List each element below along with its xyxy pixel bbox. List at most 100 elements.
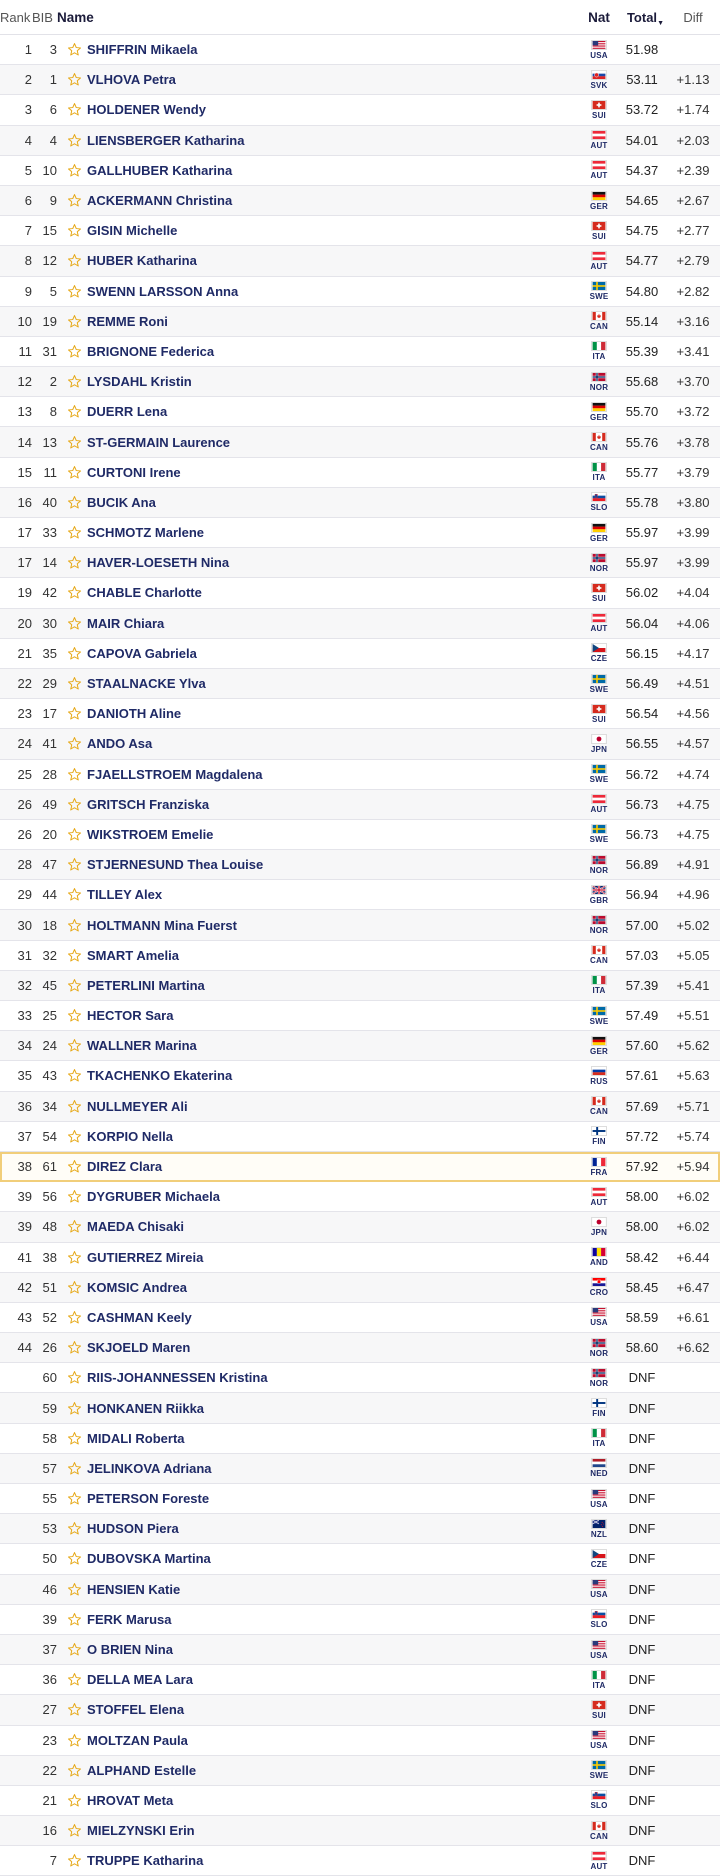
table-row[interactable]: 22 29 STAALNACKE Ylva SWE 56.49 +4.51	[0, 668, 720, 700]
table-row[interactable]: 39 FERK Marusa SLO DNF	[0, 1605, 720, 1635]
favorite-star-icon[interactable]	[59, 948, 87, 963]
athlete-name-link[interactable]: DYGRUBER Michaela	[87, 1189, 580, 1204]
athlete-name-link[interactable]: GRITSCH Franziska	[87, 797, 580, 812]
athlete-name-link[interactable]: O BRIEN Nina	[87, 1642, 580, 1657]
athlete-name-link[interactable]: TKACHENKO Ekaterina	[87, 1068, 580, 1083]
table-row[interactable]: 39 56 DYGRUBER Michaela AUT 58.00 +6.02	[0, 1182, 720, 1213]
favorite-star-icon[interactable]	[59, 223, 87, 238]
table-row[interactable]: 37 O BRIEN Nina USA DNF	[0, 1634, 720, 1666]
favorite-star-icon[interactable]	[59, 1461, 87, 1476]
header-total[interactable]: Total ▼	[618, 10, 666, 27]
favorite-star-icon[interactable]	[59, 1491, 87, 1506]
favorite-star-icon[interactable]	[59, 1521, 87, 1536]
table-row[interactable]: 36 34 NULLMEYER Ali CAN 57.69 +5.71	[0, 1091, 720, 1122]
table-row[interactable]: 58 MIDALI Roberta ITA DNF	[0, 1424, 720, 1454]
favorite-star-icon[interactable]	[59, 284, 87, 299]
favorite-star-icon[interactable]	[59, 525, 87, 540]
athlete-name-link[interactable]: HROVAT Meta	[87, 1793, 580, 1808]
favorite-star-icon[interactable]	[59, 1431, 87, 1446]
athlete-name-link[interactable]: GALLHUBER Katharina	[87, 163, 580, 178]
favorite-star-icon[interactable]	[59, 585, 87, 600]
table-row[interactable]: 8 12 HUBER Katharina AUT 54.77 +2.79	[0, 246, 720, 277]
table-row[interactable]: 28 47 STJERNESUND Thea Louise NOR 56.89 +4.91	[0, 850, 720, 881]
athlete-name-link[interactable]: CHABLE Charlotte	[87, 585, 580, 600]
table-row[interactable]: 13 8 DUERR Lena GER 55.70 +3.72	[0, 397, 720, 428]
favorite-star-icon[interactable]	[59, 1310, 87, 1325]
favorite-star-icon[interactable]	[59, 102, 87, 117]
athlete-name-link[interactable]: REMME Roni	[87, 314, 580, 329]
athlete-name-link[interactable]: RIIS-JOHANNESSEN Kristina	[87, 1370, 580, 1385]
favorite-star-icon[interactable]	[59, 72, 87, 87]
favorite-star-icon[interactable]	[59, 646, 87, 661]
athlete-name-link[interactable]: STOFFEL Elena	[87, 1702, 580, 1717]
table-row[interactable]: 37 54 KORPIO Nella FIN 57.72 +5.74	[0, 1122, 720, 1152]
favorite-star-icon[interactable]	[59, 1763, 87, 1778]
athlete-name-link[interactable]: SCHMOTZ Marlene	[87, 525, 580, 540]
table-row[interactable]: 55 PETERSON Foreste USA DNF	[0, 1484, 720, 1515]
athlete-name-link[interactable]: NULLMEYER Ali	[87, 1099, 580, 1114]
favorite-star-icon[interactable]	[59, 1340, 87, 1355]
favorite-star-icon[interactable]	[59, 827, 87, 842]
athlete-name-link[interactable]: LYSDAHL Kristin	[87, 374, 580, 389]
athlete-name-link[interactable]: VLHOVA Petra	[87, 72, 580, 87]
favorite-star-icon[interactable]	[59, 344, 87, 359]
athlete-name-link[interactable]: DUBOVSKA Martina	[87, 1551, 580, 1566]
athlete-name-link[interactable]: SHIFFRIN Mikaela	[87, 42, 580, 57]
table-row[interactable]: 34 24 WALLNER Marina GER 57.60 +5.62	[0, 1031, 720, 1062]
favorite-star-icon[interactable]	[59, 1189, 87, 1204]
table-row[interactable]: 19 42 CHABLE Charlotte SUI 56.02 +4.04	[0, 578, 720, 609]
athlete-name-link[interactable]: SKJOELD Maren	[87, 1340, 580, 1355]
athlete-name-link[interactable]: STAALNACKE Ylva	[87, 676, 580, 691]
favorite-star-icon[interactable]	[59, 1582, 87, 1597]
favorite-star-icon[interactable]	[59, 1129, 87, 1144]
favorite-star-icon[interactable]	[59, 676, 87, 691]
athlete-name-link[interactable]: CASHMAN Keely	[87, 1310, 580, 1325]
athlete-name-link[interactable]: HENSIEN Katie	[87, 1582, 580, 1597]
table-row[interactable]: 2 1 VLHOVA Petra SVK 53.11 +1.13	[0, 65, 720, 96]
table-row[interactable]: 29 44 TILLEY Alex GBR 56.94 +4.96	[0, 880, 720, 911]
favorite-star-icon[interactable]	[59, 1733, 87, 1748]
table-row[interactable]: 35 43 TKACHENKO Ekaterina RUS 57.61 +5.63	[0, 1061, 720, 1092]
table-row[interactable]: 57 JELINKOVA Adriana NED DNF	[0, 1453, 720, 1484]
table-row[interactable]: 10 19 REMME Roni CAN 55.14 +3.16	[0, 306, 720, 337]
favorite-star-icon[interactable]	[59, 314, 87, 329]
favorite-star-icon[interactable]	[59, 918, 87, 933]
favorite-star-icon[interactable]	[59, 495, 87, 510]
athlete-name-link[interactable]: FJAELLSTROEM Magdalena	[87, 767, 580, 782]
table-row[interactable]: 39 48 MAEDA Chisaki JPN 58.00 +6.02	[0, 1212, 720, 1243]
favorite-star-icon[interactable]	[59, 1551, 87, 1566]
favorite-star-icon[interactable]	[59, 1823, 87, 1838]
favorite-star-icon[interactable]	[59, 857, 87, 872]
favorite-star-icon[interactable]	[59, 797, 87, 812]
athlete-name-link[interactable]: CURTONI Irene	[87, 465, 580, 480]
favorite-star-icon[interactable]	[59, 1370, 87, 1385]
athlete-name-link[interactable]: PETERLINI Martina	[87, 978, 580, 993]
athlete-name-link[interactable]: HUBER Katharina	[87, 253, 580, 268]
table-row[interactable]: 24 41 ANDO Asa JPN 56.55 +4.57	[0, 729, 720, 760]
table-row[interactable]: 46 HENSIEN Katie USA DNF	[0, 1574, 720, 1605]
athlete-name-link[interactable]: ACKERMANN Christina	[87, 193, 580, 208]
table-row[interactable]: 3 6 HOLDENER Wendy SUI 53.72 +1.74	[0, 95, 720, 126]
table-row[interactable]: 17 14 HAVER-LOESETH Nina NOR 55.97 +3.99	[0, 548, 720, 579]
athlete-name-link[interactable]: HOLDENER Wendy	[87, 102, 580, 117]
header-rank[interactable]: Rank	[0, 10, 30, 25]
athlete-name-link[interactable]: CAPOVA Gabriela	[87, 646, 580, 661]
favorite-star-icon[interactable]	[59, 193, 87, 208]
athlete-name-link[interactable]: TRUPPE Katharina	[87, 1853, 580, 1868]
table-row[interactable]: 33 25 HECTOR Sara SWE 57.49 +5.51	[0, 1001, 720, 1032]
table-row[interactable]: 30 18 HOLTMANN Mina Fuerst NOR 57.00 +5.02	[0, 910, 720, 941]
table-row[interactable]: 14 13 ST-GERMAIN Laurence CAN 55.76 +3.78	[0, 427, 720, 458]
table-row[interactable]: 41 38 GUTIERREZ Mireia AND 58.42 +6.44	[0, 1243, 720, 1273]
table-row[interactable]: 16 MIELZYNSKI Erin CAN DNF	[0, 1816, 720, 1847]
favorite-star-icon[interactable]	[59, 887, 87, 902]
table-row[interactable]: 12 2 LYSDAHL Kristin NOR 55.68 +3.70	[0, 367, 720, 398]
favorite-star-icon[interactable]	[59, 42, 87, 57]
table-row[interactable]: 20 30 MAIR Chiara AUT 56.04 +4.06	[0, 608, 720, 639]
favorite-star-icon[interactable]	[59, 1008, 87, 1023]
table-row[interactable]: 4 4 LIENSBERGER Katharina AUT 54.01 +2.03	[0, 125, 720, 156]
table-row[interactable]: 25 28 FJAELLSTROEM Magdalena SWE 56.72 +4.74	[0, 760, 720, 790]
athlete-name-link[interactable]: BRIGNONE Federica	[87, 344, 580, 359]
favorite-star-icon[interactable]	[59, 1401, 87, 1416]
athlete-name-link[interactable]: DANIOTH Aline	[87, 706, 580, 721]
favorite-star-icon[interactable]	[59, 1853, 87, 1868]
